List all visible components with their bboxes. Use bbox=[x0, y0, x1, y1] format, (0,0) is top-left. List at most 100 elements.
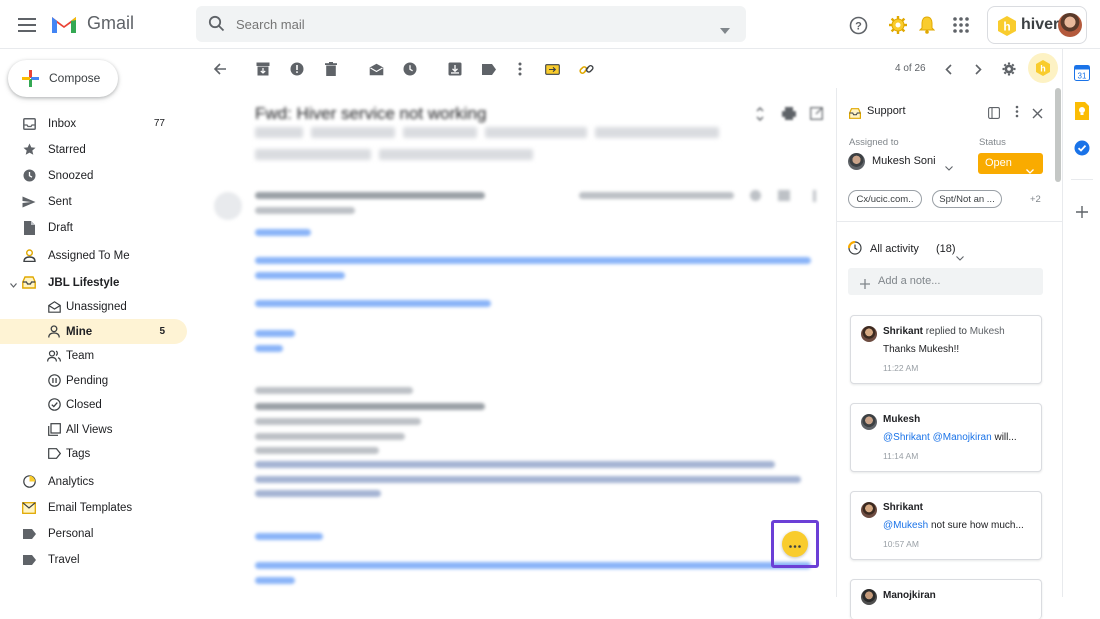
add-note-field[interactable]: Add a note... bbox=[848, 268, 1043, 295]
svg-text:h: h bbox=[1003, 20, 1010, 34]
hiver-assign-icon[interactable] bbox=[544, 61, 560, 77]
activity-header: Shrikant replied to Mukesh bbox=[883, 326, 1005, 337]
chevron-down-icon[interactable] bbox=[10, 279, 17, 291]
search-bar[interactable] bbox=[196, 6, 746, 42]
activity-author: Shrikant bbox=[883, 502, 924, 513]
keep-icon[interactable] bbox=[1075, 102, 1089, 125]
sidebar-item-team[interactable]: Team bbox=[0, 343, 187, 368]
assignee-name: Mukesh Soni bbox=[872, 155, 936, 167]
tag-chip[interactable]: Cx/ucic.com.. bbox=[848, 190, 922, 208]
mark-unread-icon[interactable] bbox=[368, 61, 384, 77]
back-arrow-icon[interactable] bbox=[212, 61, 228, 77]
sidebar-item-label: Analytics bbox=[48, 475, 95, 488]
hiver-settings-icon[interactable] bbox=[887, 14, 909, 36]
print-icon[interactable] bbox=[782, 106, 796, 120]
hiver-sidebar-toggle-icon[interactable]: h bbox=[1028, 53, 1058, 83]
sidebar-item-label: All Views bbox=[66, 423, 113, 436]
sidebar-item-jbl-lifestyle[interactable]: JBL Lifestyle bbox=[0, 270, 187, 295]
delete-icon[interactable] bbox=[323, 61, 339, 77]
compose-label: Compose bbox=[49, 71, 101, 85]
older-chevron-icon[interactable] bbox=[972, 62, 984, 76]
sidebar-item-label: Pending bbox=[66, 374, 109, 387]
activity-card[interactable]: Manojkiran bbox=[850, 579, 1042, 619]
svg-text:h: h bbox=[1040, 64, 1046, 74]
sidebar-item-sent[interactable]: Sent bbox=[0, 189, 187, 214]
assigned-to-label: Assigned to bbox=[849, 137, 899, 148]
tag-chip[interactable]: Spt/Not an ... bbox=[932, 190, 1002, 208]
hiver-more-actions-button[interactable] bbox=[782, 531, 808, 557]
sidebar-item-analytics[interactable]: Analytics bbox=[0, 469, 187, 494]
sidebar-item-draft[interactable]: Draft bbox=[0, 215, 187, 240]
newer-chevron-icon[interactable] bbox=[942, 62, 954, 76]
hiver-link-icon[interactable] bbox=[578, 61, 594, 77]
add-addon-icon[interactable] bbox=[1076, 205, 1088, 223]
activity-mentions[interactable]: @Mukesh bbox=[883, 520, 928, 531]
move-to-icon[interactable] bbox=[447, 61, 463, 77]
compose-button[interactable]: Compose bbox=[8, 60, 118, 97]
calendar-icon[interactable]: 31 bbox=[1074, 65, 1090, 86]
user-avatar[interactable] bbox=[1058, 13, 1082, 37]
sidebar-item-pending[interactable]: Pending bbox=[0, 368, 187, 393]
panel-scrollbar[interactable] bbox=[1055, 88, 1061, 182]
snooze-clock-icon[interactable] bbox=[402, 61, 418, 77]
panel-more-icon[interactable] bbox=[1015, 105, 1019, 123]
sidebar-item-closed[interactable]: Closed bbox=[0, 392, 187, 417]
tag-chip-label: Spt/Not an ... bbox=[939, 193, 995, 205]
open-new-window-icon[interactable] bbox=[809, 106, 823, 120]
hiver-brand-text: hiver bbox=[1021, 16, 1060, 33]
expand-icon[interactable] bbox=[753, 107, 767, 121]
sidebar-item-snoozed[interactable]: Snoozed bbox=[0, 163, 187, 188]
sidebar-item-email-templates[interactable]: Email Templates bbox=[0, 495, 187, 520]
sidebar-item-mine[interactable]: Mine 5 bbox=[0, 319, 187, 344]
chevron-down-icon bbox=[945, 158, 953, 176]
search-input[interactable] bbox=[236, 14, 696, 34]
settings-gear-icon[interactable] bbox=[1001, 61, 1017, 77]
search-icon[interactable] bbox=[208, 15, 225, 37]
tasks-icon[interactable] bbox=[1074, 140, 1090, 161]
assignee-selector[interactable]: Mukesh Soni bbox=[848, 152, 958, 172]
activity-mentions[interactable]: @Shrikant @Manojkiran bbox=[883, 432, 992, 443]
activity-filter[interactable]: All activity (18) bbox=[847, 240, 968, 261]
assignee-avatar bbox=[848, 153, 865, 170]
more-vertical-icon[interactable] bbox=[512, 61, 528, 77]
chevron-down-icon bbox=[1026, 161, 1034, 179]
hiver-account-box[interactable]: h hiver bbox=[987, 6, 1087, 44]
activity-card[interactable]: Shrikant @Mukesh not sure how much... 10… bbox=[850, 491, 1042, 560]
sidebar-item-tags[interactable]: Tags bbox=[0, 441, 187, 466]
sidebar-item-starred[interactable]: Starred bbox=[0, 137, 187, 162]
author-avatar bbox=[861, 414, 877, 430]
pagination-text: 4 of 26 bbox=[895, 63, 926, 74]
report-spam-icon[interactable] bbox=[289, 61, 305, 77]
status-dropdown[interactable]: Open bbox=[978, 153, 1043, 174]
search-options-icon[interactable] bbox=[720, 21, 730, 39]
sidebar-item-unassigned[interactable]: Unassigned bbox=[0, 294, 187, 319]
sidebar-item-personal[interactable]: Personal bbox=[0, 521, 187, 546]
analytics-pie-icon bbox=[22, 475, 36, 489]
draft-file-icon bbox=[22, 220, 36, 235]
sidebar-item-all-views[interactable]: All Views bbox=[0, 417, 187, 442]
apps-grid-icon[interactable] bbox=[950, 14, 972, 36]
sidebar-item-assigned-to-me[interactable]: Assigned To Me bbox=[0, 243, 187, 268]
sidebar-item-label: JBL Lifestyle bbox=[48, 276, 120, 289]
activity-text-row: @Shrikant @Manojkiran will... bbox=[883, 432, 1017, 443]
activity-time: 11:22 AM bbox=[883, 363, 919, 373]
panel-layout-icon[interactable] bbox=[988, 106, 1000, 124]
main-menu-icon[interactable] bbox=[16, 14, 38, 36]
close-icon[interactable] bbox=[1032, 106, 1043, 124]
archive-icon[interactable] bbox=[255, 61, 271, 77]
help-icon[interactable]: ? bbox=[847, 14, 869, 36]
label-icon[interactable] bbox=[481, 61, 497, 77]
star-icon bbox=[22, 143, 36, 157]
sidebar-item-travel[interactable]: Travel bbox=[0, 547, 187, 572]
views-icon bbox=[47, 423, 61, 437]
notification-bell-icon[interactable] bbox=[916, 14, 938, 36]
activity-card[interactable]: Shrikant replied to Mukesh Thanks Mukesh… bbox=[850, 315, 1042, 384]
item-count: 5 bbox=[159, 326, 165, 337]
template-icon bbox=[22, 501, 36, 515]
activity-card[interactable]: Mukesh @Shrikant @Manojkiran will... 11:… bbox=[850, 403, 1042, 472]
gmail-logo-icon[interactable] bbox=[50, 14, 78, 40]
sidebar-item-inbox[interactable]: Inbox 77 bbox=[0, 111, 187, 136]
more-tags-count[interactable]: +2 bbox=[1030, 194, 1041, 205]
sidebar-item-label: Closed bbox=[66, 398, 102, 411]
send-icon bbox=[22, 195, 36, 209]
